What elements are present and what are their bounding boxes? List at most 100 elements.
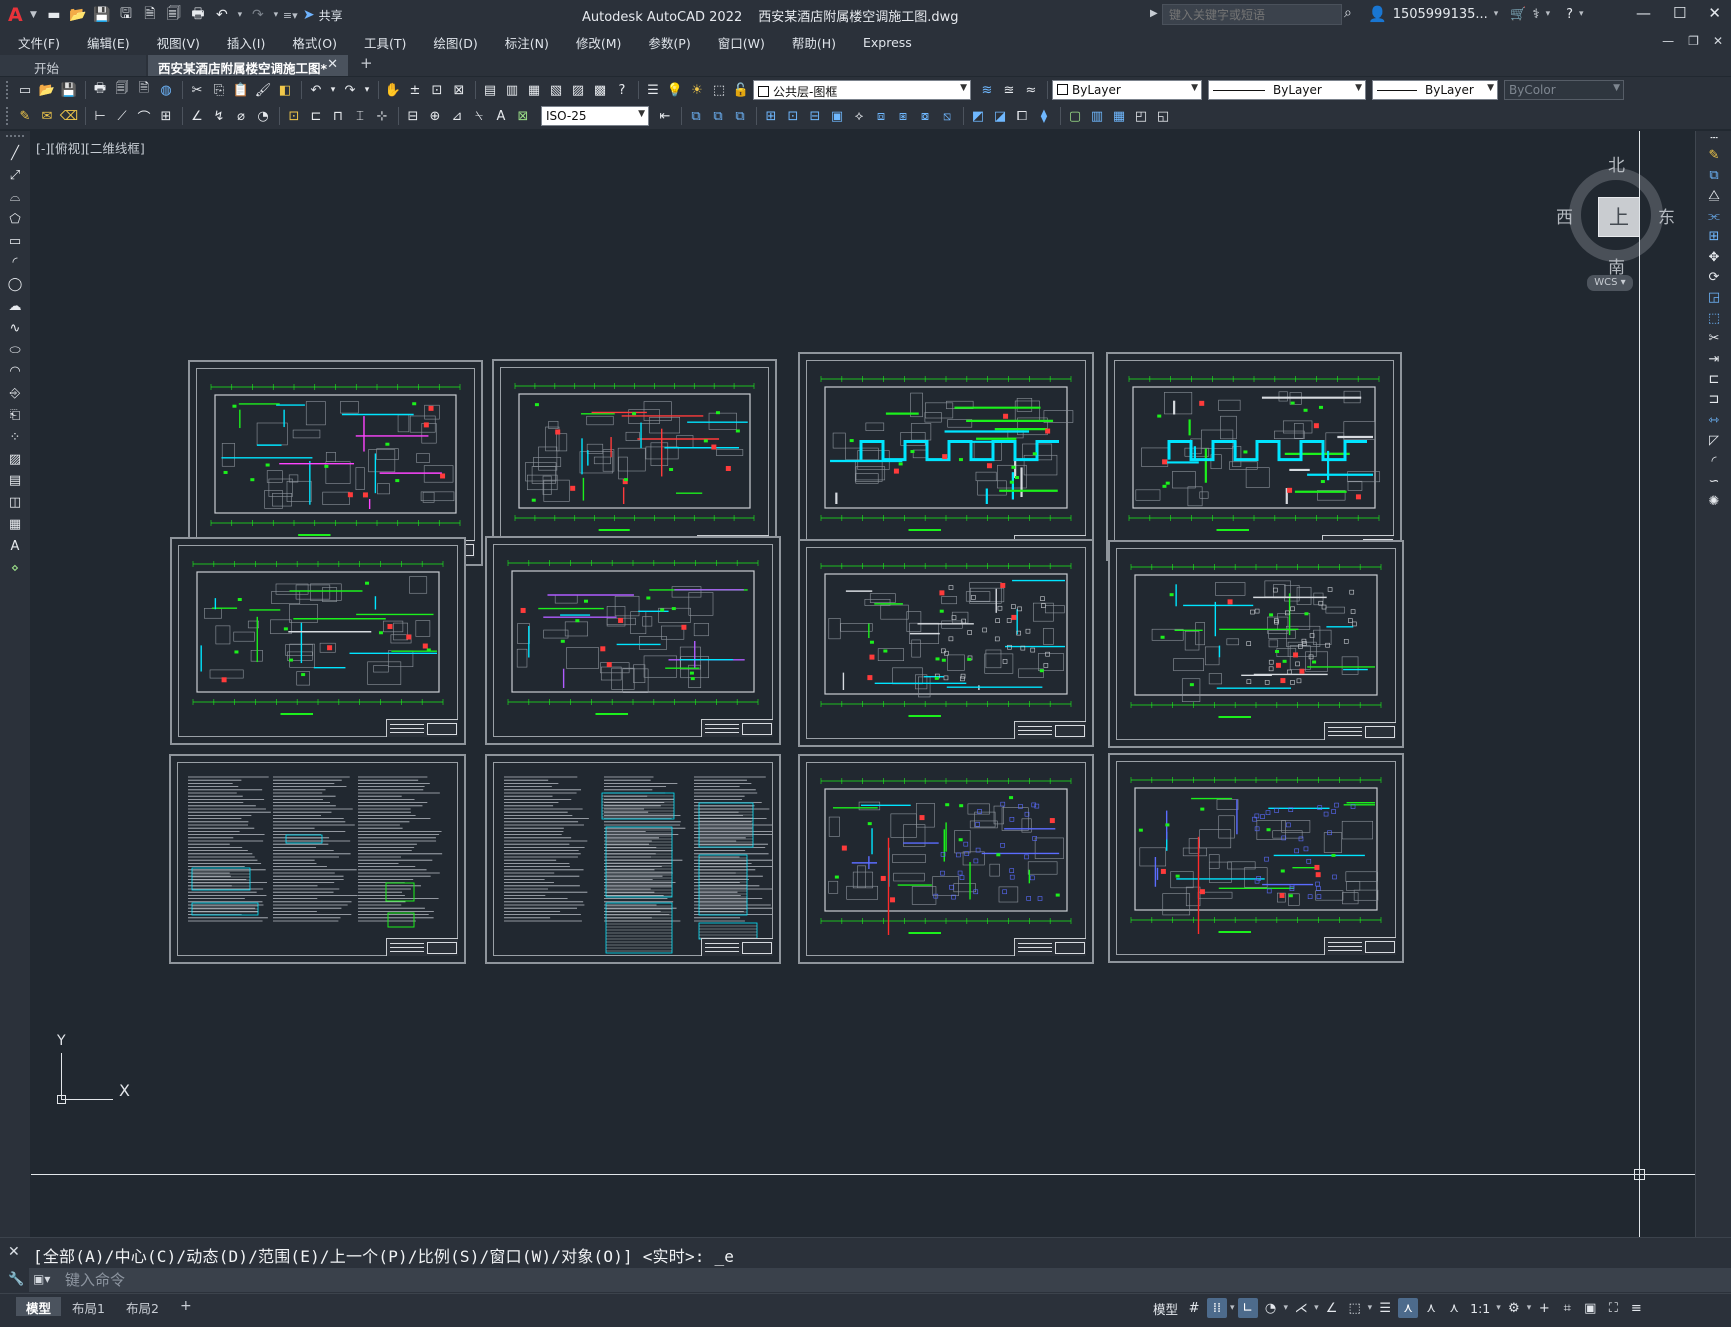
zoom-previous-icon[interactable]: ⊠ bbox=[449, 80, 469, 100]
toolbar-grip[interactable] bbox=[6, 81, 11, 99]
trim-icon[interactable]: ⧈ bbox=[871, 106, 891, 126]
drawing-sheet[interactable] bbox=[170, 537, 466, 745]
offset-icon[interactable]: ⧉ bbox=[730, 106, 750, 126]
undo-dropdown-icon[interactable]: ▾ bbox=[235, 10, 245, 20]
ellipse-icon[interactable]: ⬭ bbox=[0, 339, 30, 361]
copy-icon[interactable]: ⧉ bbox=[1696, 165, 1731, 185]
make-block-icon[interactable]: ⎗ bbox=[0, 405, 30, 427]
scale-icon[interactable]: ▣ bbox=[827, 106, 847, 126]
ortho-icon[interactable]: ∟ bbox=[1237, 1298, 1258, 1318]
drawing-sheet[interactable] bbox=[485, 754, 781, 964]
cart-icon[interactable]: 🛒 bbox=[1510, 7, 1526, 22]
fullscreen-icon[interactable]: ⛶ bbox=[1603, 1298, 1623, 1318]
dim-erase-icon[interactable]: ⌫ bbox=[59, 106, 79, 126]
copy-object-icon[interactable]: ⧉ bbox=[686, 106, 706, 126]
drawing-sheet[interactable] bbox=[1108, 540, 1404, 748]
extend-icon[interactable]: ⇥ bbox=[1696, 349, 1731, 369]
snap-dropdown-icon[interactable]: ▾ bbox=[1230, 1303, 1235, 1313]
menu-tools[interactable]: 工具(T) bbox=[364, 33, 406, 52]
isodraft-icon[interactable]: ⋌ bbox=[1291, 1298, 1311, 1318]
menu-draw[interactable]: 绘图(D) bbox=[433, 33, 477, 52]
tolerance-icon[interactable]: ⊟ bbox=[403, 106, 423, 126]
quick-properties-icon[interactable]: ▣ bbox=[1580, 1298, 1600, 1318]
scale-icon[interactable]: ◲ bbox=[1696, 288, 1731, 308]
array-icon[interactable]: ⊞ bbox=[761, 106, 781, 126]
dimstyle-manager-icon[interactable]: ⇤ bbox=[655, 106, 675, 126]
dim-angular-icon[interactable]: ∠ bbox=[187, 106, 207, 126]
undo-dropdown-icon[interactable]: ▾ bbox=[328, 80, 338, 100]
polyline-icon[interactable]: ⌓ bbox=[0, 187, 30, 209]
dim-jogged-icon[interactable]: ↯ bbox=[209, 106, 229, 126]
layer-freeze-icon[interactable]: ☀ bbox=[687, 80, 707, 100]
menu-insert[interactable]: 插入(I) bbox=[227, 33, 265, 52]
wipeout-icon[interactable]: ◱ bbox=[1153, 106, 1173, 126]
layout-tab-model[interactable]: 模型 bbox=[16, 1297, 62, 1316]
drawing-sheet[interactable] bbox=[798, 352, 1094, 561]
maximize-icon[interactable]: ☐ bbox=[1673, 4, 1686, 22]
annotation-visibility-icon[interactable]: ⋏ bbox=[1398, 1298, 1419, 1318]
dim-textedit-icon[interactable]: ⊠ bbox=[513, 106, 533, 126]
menu-express[interactable]: Express bbox=[863, 35, 912, 50]
drawing-sheet[interactable] bbox=[169, 754, 466, 964]
search-icon[interactable]: ⌕ bbox=[1344, 5, 1352, 21]
linetype-dropdown[interactable]: ByLayer ▼ bbox=[1208, 80, 1366, 100]
menu-edit[interactable]: 编辑(E) bbox=[87, 33, 130, 52]
make-current-layer-icon[interactable]: ≋ bbox=[977, 80, 997, 100]
construction-line-icon[interactable]: ⤢ bbox=[0, 165, 30, 187]
layer-on-icon[interactable]: 💡 bbox=[665, 80, 685, 100]
table-icon[interactable]: ▦ bbox=[0, 514, 30, 536]
region-icon[interactable]: ◫ bbox=[0, 492, 30, 514]
dim-aligned-icon[interactable]: ⟋ bbox=[112, 106, 132, 126]
viewport-controls[interactable]: [-][俯视][二维线框] bbox=[36, 138, 145, 157]
lineweight-icon[interactable]: ☰ bbox=[1375, 1298, 1395, 1318]
drawing-sheet[interactable] bbox=[1106, 352, 1402, 561]
lineweight-dropdown[interactable]: ByLayer ▼ bbox=[1372, 80, 1498, 100]
dim-linear-icon[interactable]: ⊢ bbox=[90, 106, 110, 126]
object-snap-icon[interactable]: ⬚ bbox=[1345, 1298, 1365, 1318]
edit-polyline-icon[interactable]: ⧫ bbox=[1034, 106, 1054, 126]
ungroup-icon[interactable]: ▥ bbox=[1087, 106, 1107, 126]
fillet-icon[interactable]: ◜ bbox=[1696, 451, 1731, 471]
workspace-dropdown-icon[interactable]: ▾ bbox=[1527, 1303, 1532, 1313]
layer-states-icon[interactable]: ≈ bbox=[1021, 80, 1041, 100]
save-icon[interactable]: 💾 bbox=[59, 80, 79, 100]
chamfer-icon[interactable]: ◩ bbox=[968, 106, 988, 126]
polygon-icon[interactable]: ⬠ bbox=[0, 208, 30, 230]
plot-icon[interactable]: 🖶 bbox=[187, 5, 209, 25]
textmask-icon[interactable]: ◰ bbox=[1131, 106, 1151, 126]
mirror-icon[interactable]: ⧋ bbox=[1696, 186, 1731, 206]
snap-icon[interactable]: ⁞⁞ bbox=[1207, 1298, 1228, 1318]
undo-icon[interactable]: ↶ bbox=[211, 5, 233, 25]
inspect-icon[interactable]: ⊿ bbox=[447, 106, 467, 126]
hatch-icon[interactable]: ▨ bbox=[0, 448, 30, 470]
share-button[interactable]: ➤ 共享 bbox=[303, 7, 343, 24]
rotate-icon[interactable]: ⊟ bbox=[805, 106, 825, 126]
dim-quick-icon[interactable]: ⊡ bbox=[284, 106, 304, 126]
mirror-icon[interactable]: ⧉ bbox=[708, 106, 728, 126]
annotation-scale-icon[interactable]: ⋏ bbox=[1444, 1298, 1464, 1318]
viewcube-top-face[interactable]: 上 bbox=[1598, 197, 1640, 237]
add-layout-button[interactable]: + bbox=[170, 1297, 202, 1316]
units-icon[interactable]: ⌗ bbox=[1557, 1298, 1577, 1318]
group-icon[interactable]: ▢ bbox=[1065, 106, 1085, 126]
user-dropdown-icon[interactable]: ▾ bbox=[1494, 9, 1499, 19]
cut-icon[interactable]: ✂ bbox=[187, 80, 207, 100]
add-selected-icon[interactable]: ⋄ bbox=[0, 557, 30, 579]
array-icon[interactable]: ⊞ bbox=[1696, 227, 1731, 247]
preview-icon[interactable]: 🗐 bbox=[112, 80, 132, 100]
arc-icon[interactable]: ◜ bbox=[0, 252, 30, 274]
auto-scale-icon[interactable]: ⋏ bbox=[1421, 1298, 1441, 1318]
customize-status-icon[interactable]: ≡ bbox=[1626, 1298, 1646, 1318]
command-input[interactable] bbox=[65, 1270, 1665, 1290]
block-editor-icon[interactable]: ◧ bbox=[275, 80, 295, 100]
redo-dropdown-icon[interactable]: ▾ bbox=[271, 10, 281, 20]
publish-icon[interactable]: 🗎 bbox=[134, 80, 154, 100]
customize-qa-icon[interactable]: ≡▾ bbox=[283, 9, 298, 22]
toolbar-grip[interactable] bbox=[6, 135, 24, 139]
rectangle-icon[interactable]: ▭ bbox=[0, 230, 30, 252]
open-icon[interactable]: 📂 bbox=[67, 5, 89, 25]
spline-icon[interactable]: ∿ bbox=[0, 317, 30, 339]
copy-icon[interactable]: ⎘ bbox=[209, 80, 229, 100]
redo-icon[interactable]: ↷ bbox=[247, 5, 269, 25]
drawing-sheet[interactable] bbox=[798, 539, 1094, 747]
